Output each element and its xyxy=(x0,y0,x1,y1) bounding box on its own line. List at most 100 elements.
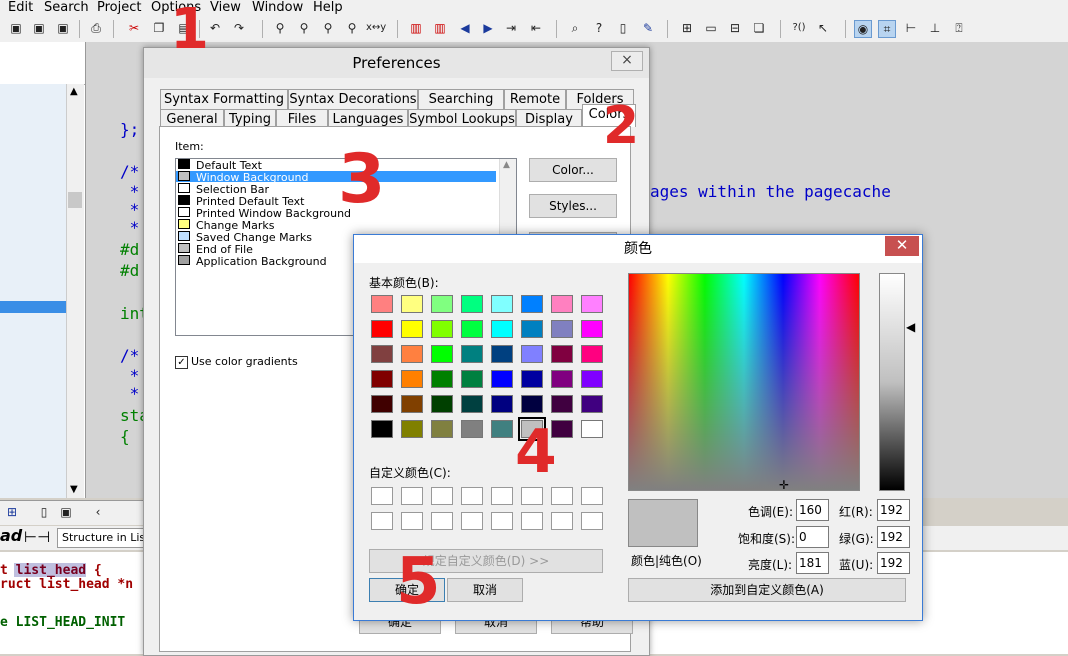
redo-icon[interactable]: ↷ xyxy=(231,20,247,36)
signature-icon[interactable]: ✎ xyxy=(640,20,656,36)
custom-color-swatch[interactable] xyxy=(521,512,543,530)
basic-color-swatch[interactable] xyxy=(581,295,603,313)
chevron-left-icon[interactable]: ‹ xyxy=(90,504,106,520)
basic-color-swatch[interactable] xyxy=(401,420,423,438)
layout-icon[interactable]: ⊥ xyxy=(927,20,943,36)
green-input[interactable]: 192 xyxy=(877,526,910,548)
custom-color-swatch[interactable] xyxy=(551,487,573,505)
bookmark-icon[interactable]: ▥ xyxy=(432,20,448,36)
arrow-right-icon[interactable]: ▶ xyxy=(480,20,496,36)
scroll-down-icon[interactable]: ▼ xyxy=(70,484,78,495)
undo-icon[interactable]: ↶ xyxy=(207,20,223,36)
color-item[interactable]: Window Background xyxy=(178,171,309,184)
browse-icon[interactable]: ⌗ xyxy=(878,20,896,38)
basic-color-swatch[interactable] xyxy=(551,345,573,363)
basic-color-swatch[interactable] xyxy=(521,320,543,338)
basic-color-swatch[interactable] xyxy=(521,370,543,388)
copy-icon[interactable]: ❐ xyxy=(151,20,167,36)
basic-color-swatch[interactable] xyxy=(401,320,423,338)
symbol-list[interactable] xyxy=(0,84,66,498)
luminance-input[interactable]: 181 xyxy=(796,552,829,574)
add-custom-color-button[interactable]: 添加到自定义颜色(A) xyxy=(628,578,906,602)
save-icon[interactable]: ▣ xyxy=(58,504,74,520)
basic-color-swatch[interactable] xyxy=(551,295,573,313)
basic-color-swatch[interactable] xyxy=(461,370,483,388)
tab-remote[interactable]: Remote xyxy=(504,89,566,109)
lookup-icon[interactable]: ⌕ xyxy=(567,20,583,36)
xy-icon[interactable]: x↔y xyxy=(366,20,386,36)
custom-color-swatch[interactable] xyxy=(461,512,483,530)
find-prev-icon[interactable]: ⚲ xyxy=(296,20,312,36)
close-button[interactable]: × xyxy=(611,51,643,71)
binoculars-icon[interactable]: ⚲ xyxy=(272,20,288,36)
color-item[interactable]: Change Marks xyxy=(178,219,274,232)
custom-color-swatch[interactable] xyxy=(581,512,603,530)
cancel-button[interactable]: 取消 xyxy=(447,578,523,602)
window-icon[interactable]: ❏ xyxy=(751,20,767,36)
cut-icon[interactable]: ✂ xyxy=(126,20,142,36)
basic-color-swatch[interactable] xyxy=(431,420,453,438)
basic-color-swatch[interactable] xyxy=(401,295,423,313)
custom-color-swatch[interactable] xyxy=(461,487,483,505)
color-item[interactable]: End of File xyxy=(178,243,253,256)
basic-color-swatch[interactable] xyxy=(521,395,543,413)
basic-color-swatch[interactable] xyxy=(491,320,513,338)
bookmark-icon[interactable]: ▥ xyxy=(408,20,424,36)
grid-icon[interactable]: ⊞ xyxy=(4,504,20,520)
color-item[interactable]: Selection Bar xyxy=(178,183,269,196)
scroll-up-icon[interactable]: ▲ xyxy=(503,160,510,170)
menu-search[interactable]: Search xyxy=(44,0,89,15)
scroll-thumb[interactable] xyxy=(68,192,82,208)
window-icon[interactable]: ▭ xyxy=(703,20,719,36)
help-icon[interactable]: ? xyxy=(591,20,607,36)
help-box-icon[interactable]: ⍰ xyxy=(951,20,967,36)
window-icon[interactable]: ⊟ xyxy=(727,20,743,36)
basic-color-swatch[interactable] xyxy=(431,320,453,338)
basic-color-swatch[interactable] xyxy=(551,320,573,338)
basic-color-swatch[interactable] xyxy=(581,370,603,388)
menu-view[interactable]: View xyxy=(210,0,241,15)
custom-color-swatch[interactable] xyxy=(521,487,543,505)
outdent-icon[interactable]: ⇤ xyxy=(528,20,544,36)
scroll-up-icon[interactable]: ▲ xyxy=(70,86,78,97)
basic-color-swatch[interactable] xyxy=(461,295,483,313)
basic-color-swatch[interactable] xyxy=(491,345,513,363)
luminance-arrow-icon[interactable]: ◀ xyxy=(906,320,915,334)
relation-icon[interactable]: ◉ xyxy=(854,20,872,38)
basic-color-swatch[interactable] xyxy=(521,345,543,363)
menu-help[interactable]: Help xyxy=(313,0,343,15)
custom-color-swatch[interactable] xyxy=(551,512,573,530)
tree-icon[interactable]: ⊢ xyxy=(903,20,919,36)
basic-color-swatch[interactable] xyxy=(581,320,603,338)
basic-color-swatch[interactable] xyxy=(371,420,393,438)
save-icon[interactable]: ▣ xyxy=(8,20,24,36)
color-item[interactable]: Printed Window Background xyxy=(178,207,351,220)
basic-color-swatch[interactable] xyxy=(551,370,573,388)
basic-color-swatch[interactable] xyxy=(371,295,393,313)
basic-color-swatch[interactable] xyxy=(551,395,573,413)
menu-window[interactable]: Window xyxy=(252,0,303,15)
basic-color-swatch[interactable] xyxy=(401,395,423,413)
custom-color-swatch[interactable] xyxy=(431,487,453,505)
book-icon[interactable]: ▯ xyxy=(615,20,631,36)
basic-color-swatch[interactable] xyxy=(581,395,603,413)
basic-color-swatch[interactable] xyxy=(491,295,513,313)
basic-color-swatch[interactable] xyxy=(371,370,393,388)
custom-color-swatch[interactable] xyxy=(491,512,513,530)
custom-color-swatch[interactable] xyxy=(401,487,423,505)
color-button[interactable]: Color... xyxy=(529,158,617,182)
symbol-list-selection[interactable] xyxy=(0,301,66,313)
menu-edit[interactable]: Edit xyxy=(8,0,33,15)
close-button[interactable]: ✕ xyxy=(885,236,919,256)
basic-color-swatch[interactable] xyxy=(491,370,513,388)
basic-color-swatch[interactable] xyxy=(431,370,453,388)
basic-color-swatch[interactable] xyxy=(461,320,483,338)
basic-color-swatch[interactable] xyxy=(371,395,393,413)
custom-color-swatch[interactable] xyxy=(401,512,423,530)
tab-syntax-formatting[interactable]: Syntax Formatting xyxy=(160,89,288,109)
indent-icon[interactable]: ⇥ xyxy=(503,20,519,36)
find-next-icon[interactable]: ⚲ xyxy=(320,20,336,36)
color-item[interactable]: Printed Default Text xyxy=(178,195,305,208)
symbol-filter[interactable] xyxy=(0,62,85,85)
basic-color-swatch[interactable] xyxy=(461,420,483,438)
